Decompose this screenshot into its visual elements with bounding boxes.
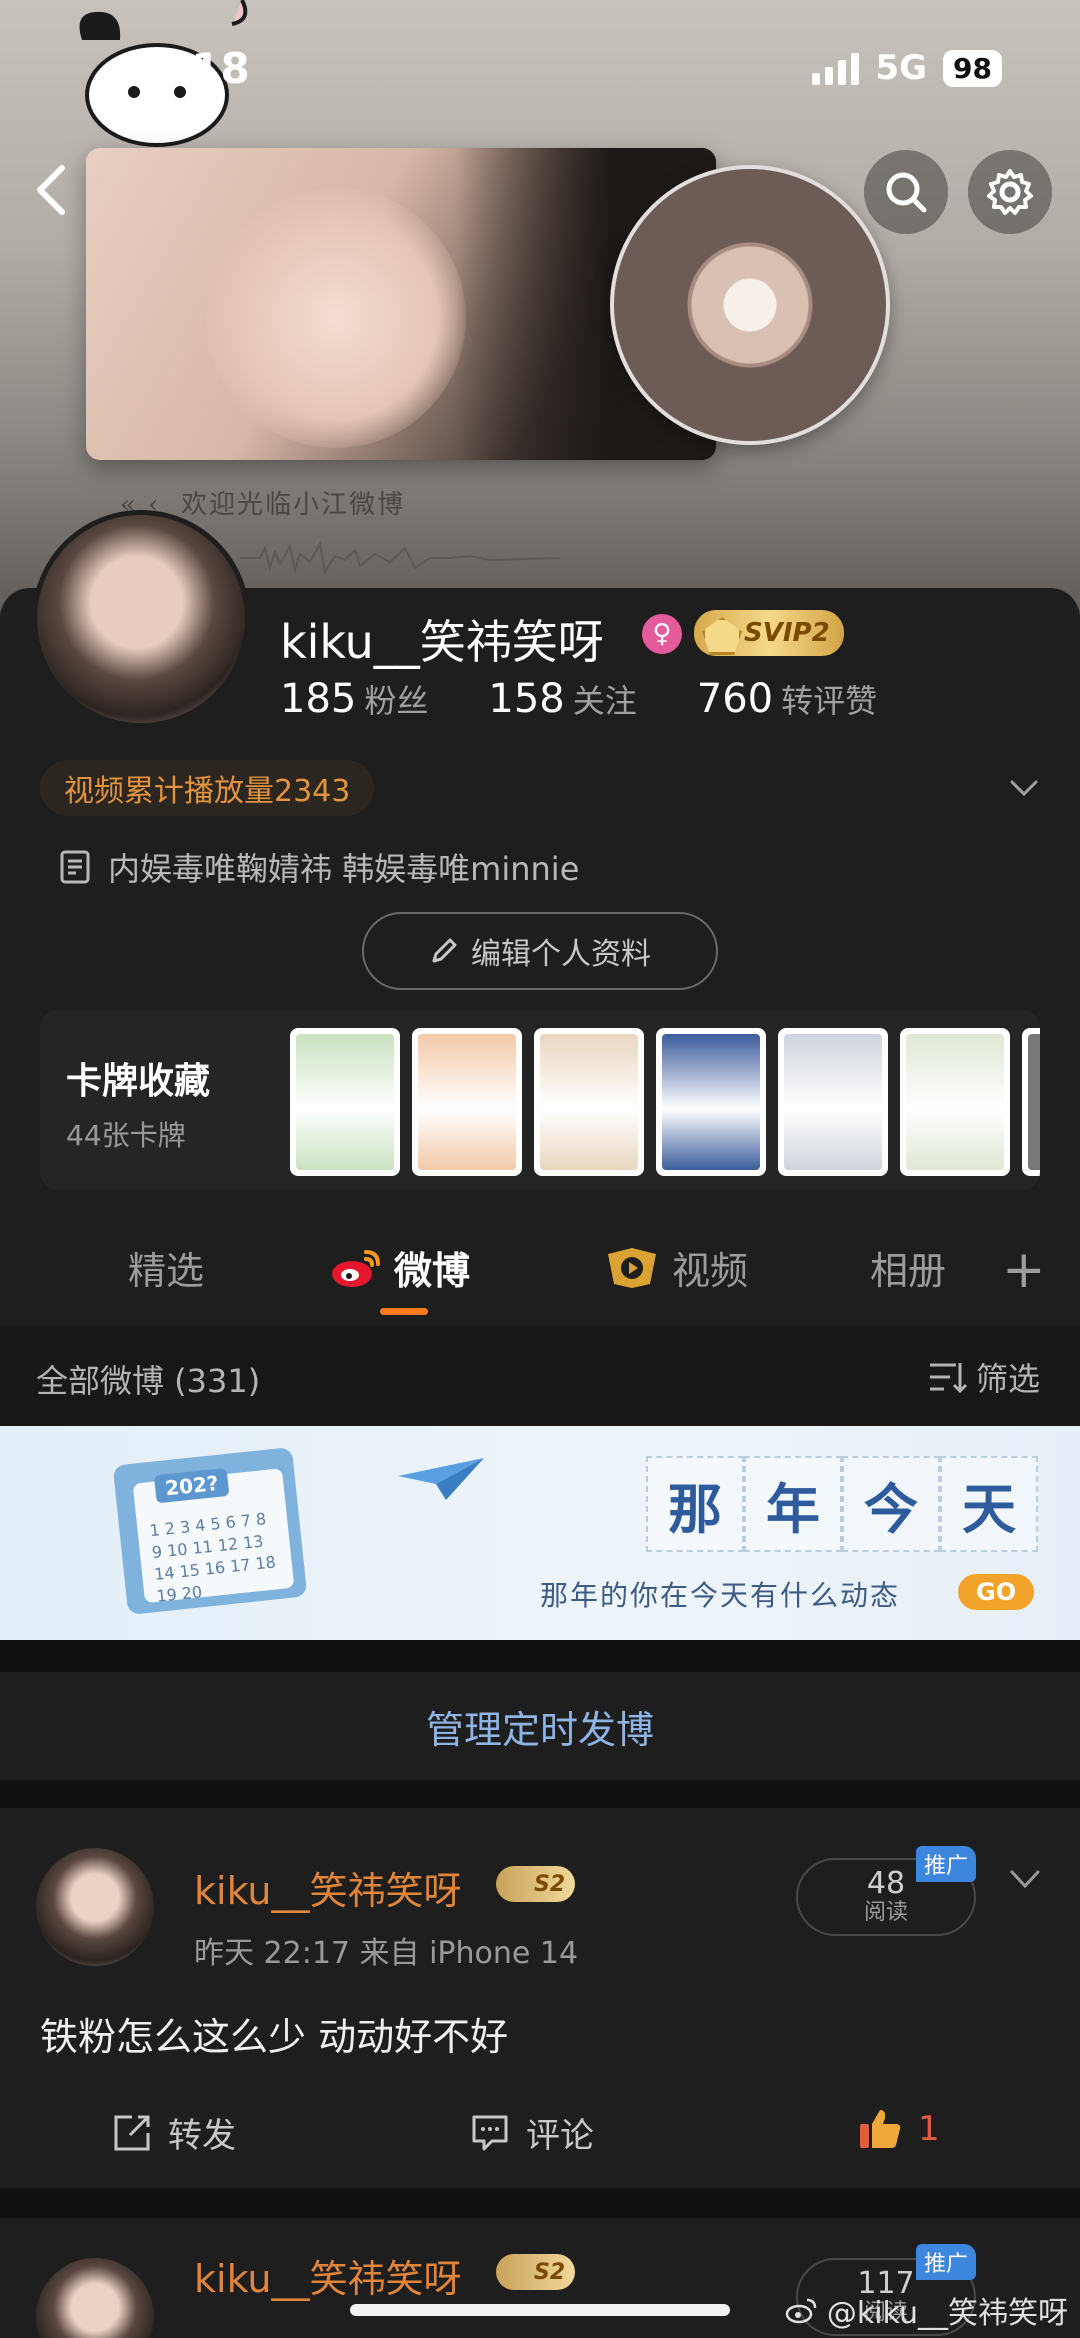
filter-button[interactable]: 筛选	[928, 1354, 1040, 1400]
comment-button[interactable]: 评论	[470, 2108, 594, 2157]
female-gender-icon: ♀	[642, 614, 682, 654]
tab-featured[interactable]: 精选	[128, 1240, 204, 1295]
profile-tabs: 精选 微博 视频 相册	[0, 1222, 1080, 1322]
following-count[interactable]: 158 关注	[488, 676, 636, 722]
weibo-watermark: @kiku__笑祎笑呀	[785, 2288, 1068, 2332]
bio-text: 内娱毒唯鞠婧祎 韩娱毒唯minnie	[108, 850, 580, 888]
filter-icon	[929, 1363, 968, 1394]
filter-bar: 全部微博 (331) 筛选	[0, 1326, 1080, 1426]
thumbs-up-icon	[860, 2110, 901, 2148]
like-button[interactable]: 1	[858, 2108, 940, 2150]
card-collection[interactable]: 卡牌收藏 44张卡牌	[40, 1010, 1040, 1190]
svip-level-badge: S2	[496, 1866, 576, 1902]
card-thumb[interactable]	[412, 1028, 522, 1176]
banner-tagline: 那年的你在今天有什么动态	[540, 1579, 901, 1612]
post-card[interactable]: kiku__笑祎笑呀 S2 昨天 22:17 来自 iPhone 14 48 阅…	[0, 1808, 1080, 2188]
post-meta: 昨天 22:17 来自 iPhone 14	[194, 1936, 579, 1971]
card-collection-count: 44张卡牌	[66, 1119, 186, 1152]
card-thumb[interactable]	[778, 1028, 888, 1176]
card-collection-title: 卡牌收藏	[66, 1061, 211, 1102]
profile-bio: 内娱毒唯鞠婧祎 韩娱毒唯minnie	[60, 844, 579, 890]
profile-username: kiku__笑祎笑呀	[280, 615, 604, 669]
repost-button[interactable]: 转发	[112, 2108, 236, 2157]
weibo-logo-icon	[785, 2298, 817, 2324]
post-avatar[interactable]	[36, 2258, 154, 2338]
svip-badge[interactable]: SVIP2	[694, 610, 844, 656]
pencil-icon	[432, 938, 457, 963]
home-indicator[interactable]	[350, 2304, 730, 2316]
promote-badge[interactable]: 推广	[916, 2244, 977, 2280]
card-thumb[interactable]	[1022, 1028, 1040, 1176]
search-button[interactable]	[864, 150, 948, 234]
on-this-day-banner[interactable]: 202? 1 2 3 4 5 6 7 8 9 10 11 12 13 14 15…	[0, 1426, 1080, 1640]
all-posts-count: 全部微博 (331)	[36, 1362, 261, 1400]
post-author[interactable]: kiku__笑祎笑呀	[194, 1860, 462, 1915]
card-thumb[interactable]	[290, 1028, 400, 1176]
document-icon	[60, 850, 90, 884]
status-time: 07:18	[116, 44, 250, 93]
followers-count[interactable]: 185 粉丝	[280, 676, 428, 722]
on-this-day-title: 那年今天	[646, 1456, 1038, 1552]
add-tab-icon[interactable]: +	[1002, 1240, 1046, 1300]
promote-badge[interactable]: 推广	[916, 1846, 977, 1882]
back-arrow-icon[interactable]	[26, 160, 78, 220]
battery-level: 98	[943, 49, 1002, 87]
paper-plane-icon	[398, 1458, 484, 1500]
svip-level-badge: S2	[496, 2254, 576, 2290]
chevron-down-icon[interactable]	[1008, 772, 1040, 804]
chevron-down-icon[interactable]	[1008, 1868, 1042, 1892]
manage-scheduled-posts-button[interactable]: 管理定时发博	[0, 1672, 1080, 1780]
search-icon	[886, 172, 927, 213]
tab-video[interactable]: 视频	[602, 1240, 748, 1295]
calendar-icon: 202? 1 2 3 4 5 6 7 8 9 10 11 12 13 14 15…	[112, 1447, 308, 1615]
post-avatar[interactable]	[36, 1848, 154, 1966]
card-thumb[interactable]	[534, 1028, 644, 1176]
audio-wave	[240, 541, 560, 575]
video-plays-pill[interactable]: 视频累计播放量2343	[40, 760, 375, 816]
profile-stats: 185 粉丝 158 关注 760 转评赞	[280, 676, 877, 722]
signal-icon	[812, 51, 860, 85]
tab-album[interactable]: 相册	[870, 1240, 946, 1295]
repost-icon	[114, 2115, 150, 2150]
interactions-count[interactable]: 760 转评赞	[697, 676, 877, 722]
avatar[interactable]	[32, 510, 250, 728]
weibo-logo-icon	[332, 1249, 380, 1287]
status-indicators: 5G 98	[812, 48, 1002, 88]
settings-button[interactable]	[968, 150, 1052, 234]
post-actions: 转发 评论 1	[0, 2108, 1080, 2168]
card-thumb[interactable]	[900, 1028, 1010, 1176]
go-button[interactable]: GO	[958, 1574, 1035, 1610]
gear-icon	[987, 169, 1033, 215]
video-play-icon	[608, 1247, 656, 1288]
comment-icon	[472, 2115, 508, 2150]
tab-weibo[interactable]: 微博	[330, 1240, 470, 1295]
post-author[interactable]: kiku__笑祎笑呀	[194, 2248, 462, 2303]
edit-profile-button[interactable]: 编辑个人资料	[362, 912, 718, 990]
card-thumb[interactable]	[656, 1028, 766, 1176]
active-tab-indicator	[380, 1308, 428, 1315]
network-type: 5G	[875, 48, 928, 88]
post-text: 铁粉怎么这么少 动动好不好	[40, 2015, 509, 2059]
cd-disc-photo	[610, 165, 890, 445]
